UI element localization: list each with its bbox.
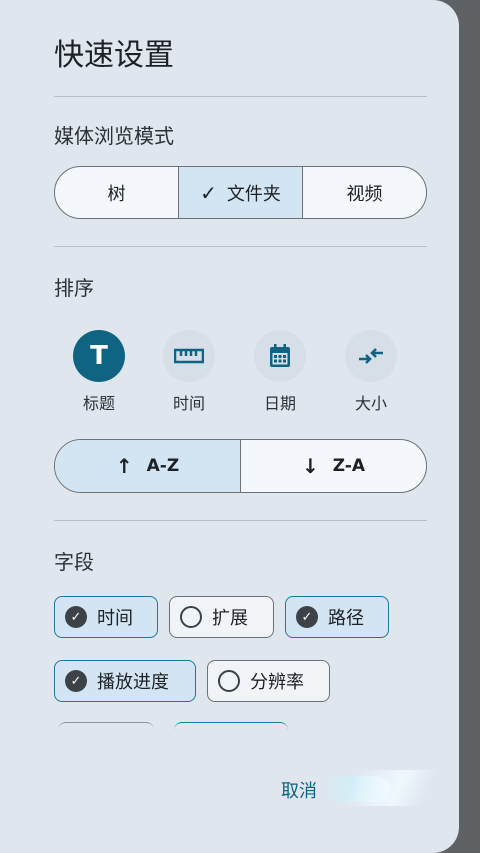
divider (54, 96, 427, 97)
sort-order-descending[interactable]: ↓ Z-A (240, 440, 426, 492)
field-chip-extension[interactable]: 扩展 (169, 596, 274, 638)
radio-empty-icon (218, 670, 240, 692)
quick-settings-dialog: 快速设置 媒体浏览模式 树 ✓ 文件夹 视频 排序 T 标题 时间 日期 大小 … (0, 0, 459, 853)
field-chip-partial (58, 722, 154, 734)
media-mode-tree[interactable]: 树 (55, 167, 178, 218)
check-circle-icon (65, 670, 87, 692)
check-icon: ✓ (200, 180, 217, 205)
calendar-icon (254, 330, 306, 382)
field-chip-resolution[interactable]: 分辨率 (207, 660, 330, 702)
sort-options: T 标题 时间 日期 大小 (54, 330, 427, 413)
media-mode-label: 媒体浏览模式 (54, 124, 174, 148)
fields-label: 字段 (54, 550, 94, 574)
title-icon: T (73, 330, 125, 382)
radio-empty-icon (180, 606, 202, 628)
check-circle-icon (296, 606, 318, 628)
media-mode-selector: 树 ✓ 文件夹 视频 (54, 166, 427, 219)
field-chip-partial (174, 722, 288, 734)
divider (54, 246, 427, 247)
field-chip-path[interactable]: 路径 (285, 596, 389, 638)
sort-order-ascending[interactable]: ↑ A-Z (55, 440, 240, 492)
ruler-icon (163, 330, 215, 382)
ripple-highlight (341, 770, 439, 806)
sort-by-size[interactable]: 大小 (336, 330, 406, 414)
sort-by-date[interactable]: 日期 (245, 330, 315, 414)
media-mode-folder[interactable]: ✓ 文件夹 (178, 167, 302, 218)
check-circle-icon (65, 606, 87, 628)
media-mode-video[interactable]: 视频 (302, 167, 426, 218)
field-chip-time[interactable]: 时间 (54, 596, 158, 638)
sort-by-time[interactable]: 时间 (154, 330, 224, 414)
field-chip-progress[interactable]: 播放进度 (54, 660, 196, 702)
sort-order-selector: ↑ A-Z ↓ Z-A (54, 439, 427, 493)
cancel-button[interactable]: 取消 (281, 777, 317, 803)
dialog-title: 快速设置 (54, 38, 174, 73)
arrow-up-icon: ↑ (115, 454, 133, 478)
compress-icon (345, 330, 397, 382)
sort-by-title[interactable]: T 标题 (64, 330, 134, 414)
arrow-down-icon: ↓ (301, 454, 319, 478)
sort-label: 排序 (54, 276, 94, 300)
divider (54, 520, 427, 521)
